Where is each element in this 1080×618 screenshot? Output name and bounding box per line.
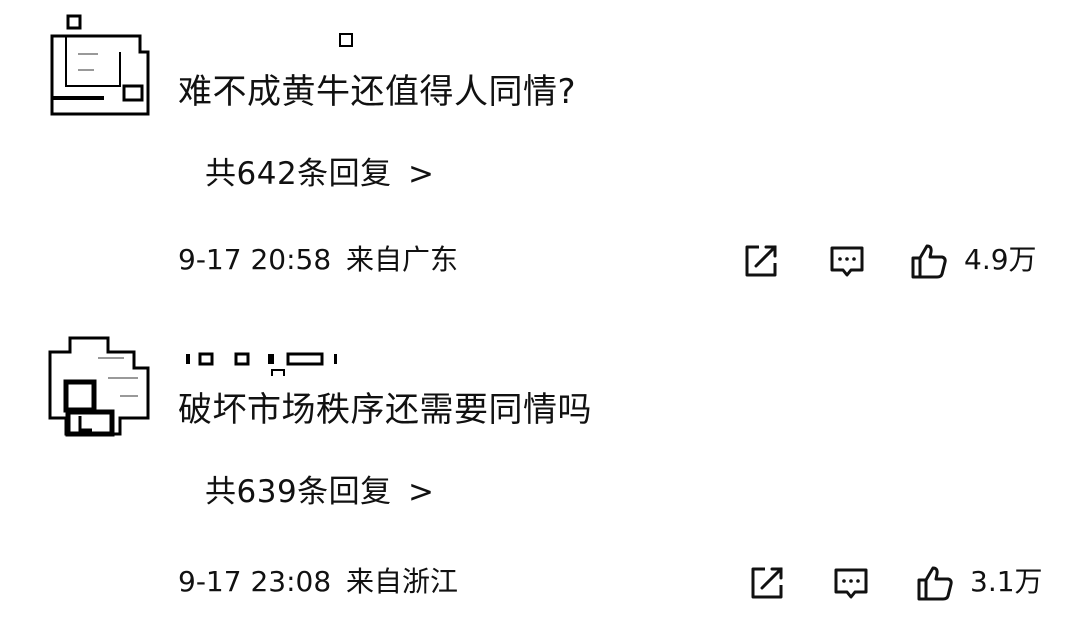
like-count: 3.1万 bbox=[970, 565, 1043, 598]
username-obscured[interactable] bbox=[180, 346, 380, 376]
comment-text: 难不成黄牛还值得人同情? bbox=[178, 72, 577, 112]
comment-meta: 9-17 23:08 来自浙江 bbox=[178, 560, 458, 604]
timestamp: 9-17 20:58 bbox=[178, 243, 332, 276]
reply-count: 639 bbox=[236, 474, 298, 510]
like-count: 4.9万 bbox=[964, 243, 1037, 276]
replies-suffix: 条回复 bbox=[297, 474, 392, 510]
chevron-right-icon: > bbox=[408, 156, 435, 192]
thumbs-up-icon[interactable] bbox=[916, 564, 954, 602]
view-replies-link[interactable]: 共642条回复 > bbox=[205, 152, 435, 196]
timestamp: 9-17 23:08 bbox=[178, 565, 332, 598]
action-bar: 4.9万 bbox=[740, 238, 1060, 282]
thumbs-up-icon[interactable] bbox=[910, 242, 948, 280]
avatar[interactable] bbox=[48, 334, 152, 438]
chevron-right-icon: > bbox=[408, 474, 435, 510]
comment-icon[interactable] bbox=[832, 564, 870, 602]
username-obscured[interactable] bbox=[180, 28, 380, 58]
avatar[interactable] bbox=[48, 14, 152, 118]
location: 来自浙江 bbox=[346, 565, 459, 598]
comment-icon[interactable] bbox=[828, 242, 866, 280]
action-bar: 3.1万 bbox=[740, 560, 1060, 604]
replies-prefix: 共 bbox=[205, 474, 237, 510]
comment-item: 难不成黄牛还值得人同情? 共642条回复 > 9-17 20:58 来自广东 4… bbox=[0, 0, 1080, 300]
view-replies-link[interactable]: 共639条回复 > bbox=[205, 470, 435, 514]
comment-item: 破坏市场秩序还需要同情吗 共639条回复 > 9-17 23:08 来自浙江 3… bbox=[0, 318, 1080, 618]
location: 来自广东 bbox=[346, 243, 459, 276]
comment-meta: 9-17 20:58 来自广东 bbox=[178, 238, 458, 282]
replies-suffix: 条回复 bbox=[297, 156, 392, 192]
comment-text: 破坏市场秩序还需要同情吗 bbox=[178, 390, 592, 430]
share-icon[interactable] bbox=[748, 564, 786, 602]
replies-prefix: 共 bbox=[205, 156, 237, 192]
share-icon[interactable] bbox=[742, 242, 780, 280]
reply-count: 642 bbox=[236, 156, 298, 192]
